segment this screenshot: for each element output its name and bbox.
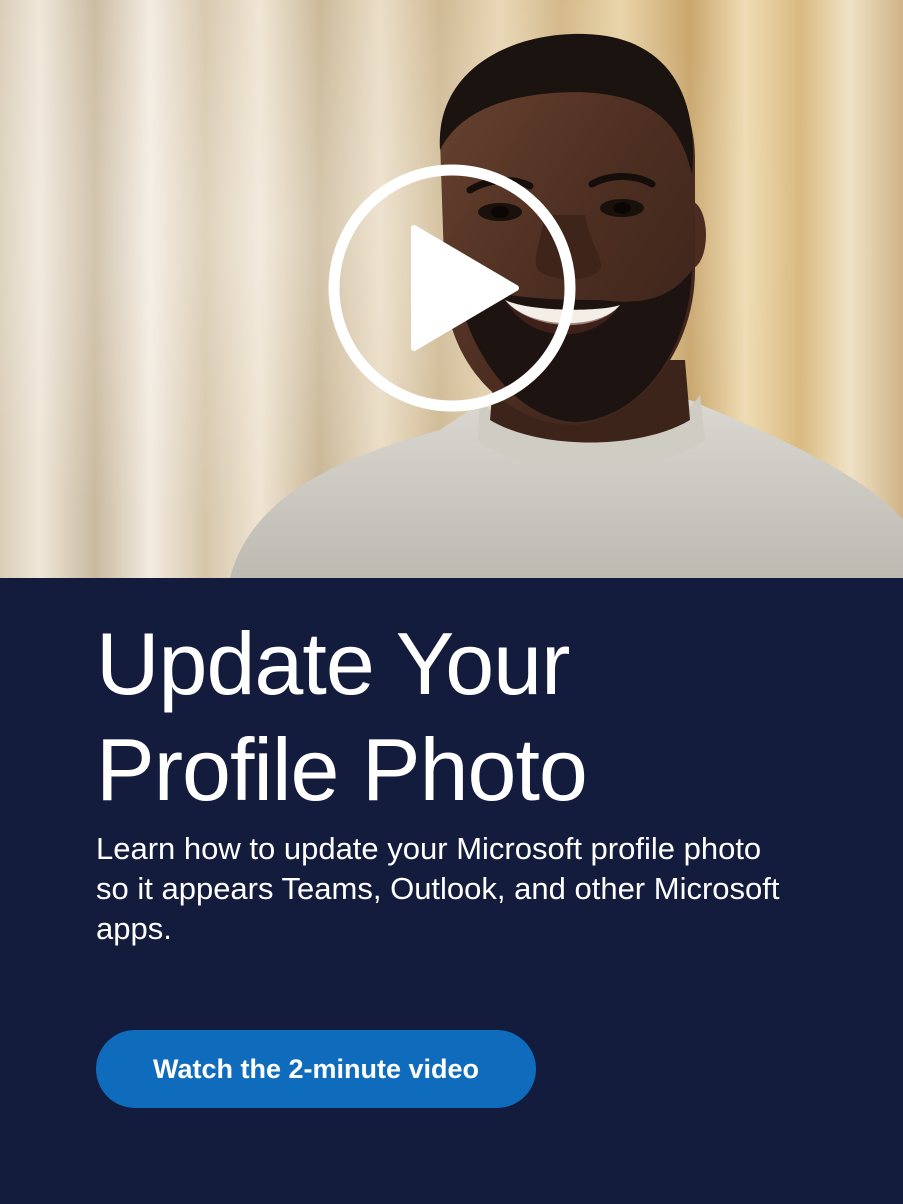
watch-video-button[interactable]: Watch the 2-minute video: [96, 1030, 536, 1108]
play-button[interactable]: [326, 162, 578, 414]
hero-photo[interactable]: [0, 0, 903, 578]
play-circle-icon: [328, 164, 576, 412]
title-line-1: Update Your: [96, 614, 570, 713]
promo-card: Update Your Profile Photo Learn how to u…: [0, 0, 903, 1204]
page-title: Update Your Profile Photo: [96, 611, 856, 823]
description-text: Learn how to update your Microsoft profi…: [96, 831, 780, 946]
title-line-2: Profile Photo: [96, 720, 588, 819]
